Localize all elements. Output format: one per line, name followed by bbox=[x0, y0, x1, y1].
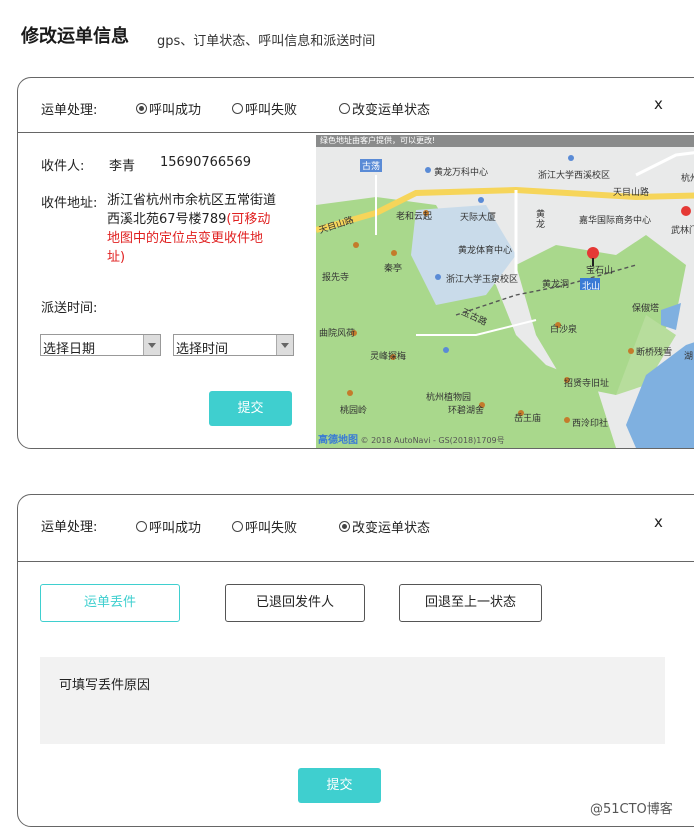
address-label: 收件地址: bbox=[41, 196, 98, 211]
date-select[interactable]: 选择日期 bbox=[40, 334, 161, 357]
radio-dot bbox=[136, 103, 147, 114]
map-label: 环碧湖舍 bbox=[448, 406, 485, 416]
map-label: 黄龙 bbox=[536, 210, 546, 230]
radio-dot bbox=[232, 103, 243, 114]
radio-call-success[interactable]: 呼叫成功 bbox=[136, 99, 201, 118]
map-label: 杭州火 bbox=[681, 174, 694, 184]
waybill-process-label: 运单处理: bbox=[41, 520, 98, 535]
radio-change-status[interactable]: 改变运单状态 bbox=[339, 99, 430, 118]
map-label: 天际大厦 bbox=[460, 213, 497, 223]
map-label: 老和云起 bbox=[396, 212, 433, 222]
delivery-time-label: 派送时间: bbox=[41, 301, 98, 316]
map-label: 桃园岭 bbox=[340, 406, 368, 416]
map-banner: 绿色地址由客户提供，可以更改! bbox=[316, 135, 694, 147]
close-icon[interactable]: x bbox=[654, 95, 663, 113]
recipient-label: 收件人: bbox=[41, 159, 85, 174]
chevron-down-icon bbox=[143, 335, 160, 355]
radio-call-failed[interactable]: 呼叫失败 bbox=[232, 517, 297, 536]
chevron-down-icon bbox=[276, 335, 293, 355]
close-icon[interactable]: x bbox=[654, 513, 663, 531]
page-subtitle: gps、订单状态、呼叫信息和派送时间 bbox=[157, 34, 376, 49]
header-divider bbox=[18, 561, 694, 562]
map-label: 天目山路 bbox=[613, 188, 650, 198]
radio-change-status[interactable]: 改变运单状态 bbox=[339, 517, 430, 536]
map-label: 西泠印社 bbox=[572, 419, 609, 429]
map-label: 宝石山 bbox=[586, 266, 614, 276]
map-label: 黄龙万科中心 bbox=[434, 168, 489, 178]
radio-call-failed[interactable]: 呼叫失败 bbox=[232, 99, 297, 118]
radio-dot bbox=[339, 103, 350, 114]
address-value: 浙江省杭州市余杭区五常街道西溪北苑67号楼789(可移动地图中的定位点变更收件地… bbox=[107, 191, 277, 267]
returned-to-sender-button[interactable]: 已退回发件人 bbox=[225, 584, 365, 622]
date-select-value: 选择日期 bbox=[43, 342, 96, 357]
map-label: 北山 bbox=[582, 282, 601, 292]
lost-reason-textarea[interactable]: 可填写丢件原因 bbox=[40, 657, 665, 744]
waybill-call-panel: 运单处理: 呼叫成功 呼叫失败 改变运单状态 x 收件人: 李青 1569076… bbox=[17, 77, 694, 449]
location-map[interactable]: 绿色地址由客户提供，可以更改! 古荡 黄龙万科中心 浙江大学西溪校区 杭州火 天… bbox=[316, 135, 694, 448]
map-label: 曲院风荷 bbox=[319, 329, 356, 339]
waybill-status-panel: 运单处理: 呼叫成功 呼叫失败 改变运单状态 x 运单丢件 已退回发件人 回退至… bbox=[17, 494, 694, 827]
map-label: 灵峰探梅 bbox=[370, 352, 407, 362]
radio-dot bbox=[232, 521, 243, 532]
map-label: 白沙泉 bbox=[550, 325, 578, 335]
page-title: 修改运单信息 bbox=[21, 26, 129, 47]
radio-label: 呼叫失败 bbox=[245, 521, 298, 536]
map-label: 秦亭 bbox=[384, 264, 403, 274]
time-select-value: 选择时间 bbox=[176, 342, 229, 357]
radio-label: 呼叫成功 bbox=[149, 103, 202, 118]
header-divider bbox=[18, 132, 694, 133]
recipient-phone: 15690766569 bbox=[160, 155, 251, 170]
map-label: 保俶塔 bbox=[632, 304, 660, 314]
map-footer: 高德地图 © 2018 AutoNavi - GS(2018)1709号 bbox=[318, 431, 505, 446]
radio-dot bbox=[339, 521, 350, 532]
map-logo: 高德地图 bbox=[318, 435, 358, 446]
map-label: 浙江大学西溪校区 bbox=[538, 171, 611, 181]
map-label: 古荡 bbox=[360, 159, 383, 172]
textarea-placeholder: 可填写丢件原因 bbox=[59, 678, 151, 693]
map-label: 断桥残雪 bbox=[636, 348, 673, 358]
time-select[interactable]: 选择时间 bbox=[173, 334, 294, 357]
recipient-name: 李青 bbox=[109, 159, 136, 174]
radio-label: 呼叫失败 bbox=[245, 103, 298, 118]
waybill-process-label: 运单处理: bbox=[41, 103, 98, 118]
radio-label: 呼叫成功 bbox=[149, 521, 202, 536]
map-copyright: © 2018 AutoNavi - GS(2018)1709号 bbox=[360, 436, 505, 445]
watermark: @51CTO博客 bbox=[590, 802, 673, 817]
map-label: 招贤寺旧址 bbox=[564, 379, 610, 389]
map-label: 岳王庙 bbox=[514, 414, 542, 424]
submit-button[interactable]: 提交 bbox=[298, 768, 381, 803]
lost-package-button[interactable]: 运单丢件 bbox=[40, 584, 180, 622]
map-canvas bbox=[316, 151, 694, 448]
map-label: 黄龙体育中心 bbox=[458, 246, 513, 256]
map-label: 杭州植物园 bbox=[426, 393, 472, 403]
radio-label: 改变运单状态 bbox=[352, 103, 431, 118]
submit-button[interactable]: 提交 bbox=[209, 391, 292, 426]
map-label: 武林门 bbox=[671, 226, 694, 236]
radio-label: 改变运单状态 bbox=[352, 521, 431, 536]
map-label: 报先寺 bbox=[322, 273, 350, 283]
radio-call-success[interactable]: 呼叫成功 bbox=[136, 517, 201, 536]
map-label: 浙江大学玉泉校区 bbox=[446, 275, 519, 285]
map-label: 湖 bbox=[684, 352, 694, 362]
revert-status-button[interactable]: 回退至上一状态 bbox=[399, 584, 542, 622]
map-label: 嘉华国际商务中心 bbox=[579, 216, 652, 226]
radio-dot bbox=[136, 521, 147, 532]
map-label: 黄龙洞 bbox=[542, 280, 570, 290]
